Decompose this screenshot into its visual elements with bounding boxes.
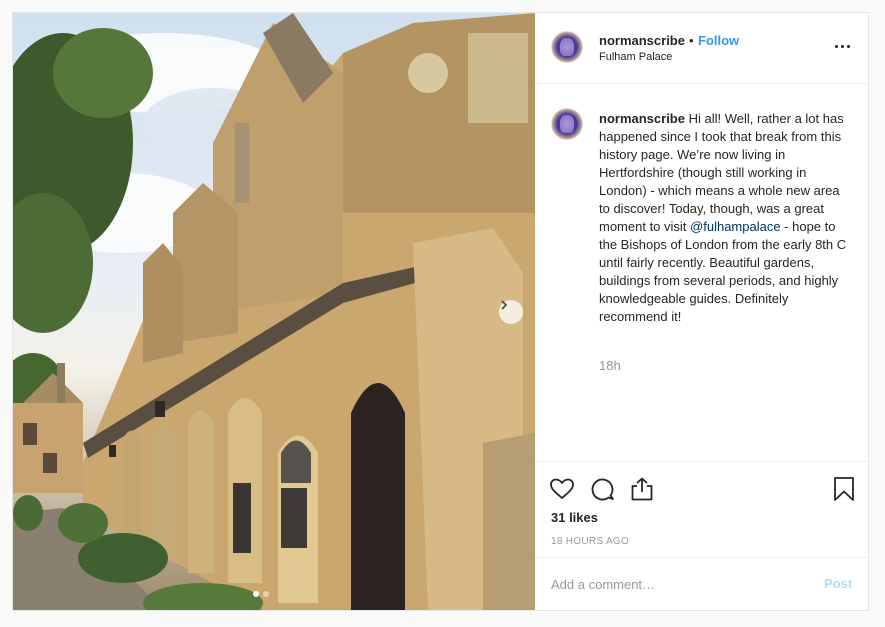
avatar[interactable] [551,31,583,63]
chevron-right-icon [501,300,508,310]
caption-body-1: Hi all! Well, rather a lot has happened … [599,111,844,234]
heart-icon[interactable] [549,476,575,502]
caption-body-2: - hope to the Bishops of London from the… [599,219,847,324]
post-photo[interactable] [13,13,535,610]
separator-bullet: • [689,33,694,48]
instagram-post: normanscribe • Follow Fulham Palace norm… [12,12,869,611]
post-header: normanscribe • Follow Fulham Palace [535,13,868,84]
caption-section: normanscribe Hi all! Well, rather a lot … [535,84,868,461]
photo-illustration [13,13,535,610]
follow-button[interactable]: Follow [698,33,739,48]
caption-text: normanscribe Hi all! Well, rather a lot … [599,110,849,326]
post-timestamp[interactable]: 18 HOURS AGO [551,536,629,547]
carousel-dot-active [253,591,259,597]
more-options-icon[interactable] [835,39,855,53]
bookmark-icon[interactable] [831,476,857,502]
comment-input[interactable] [551,574,801,594]
likes-count[interactable]: 31 likes [551,510,598,525]
post-comment-button[interactable]: Post [824,576,852,591]
header-username[interactable]: normanscribe [599,33,685,48]
location-link[interactable]: Fulham Palace [599,51,672,63]
caption-avatar[interactable] [551,108,583,140]
caption-username[interactable]: normanscribe [599,111,685,126]
comment-bubble-icon[interactable] [589,476,615,502]
actions-bar: 31 likes 18 HOURS AGO [535,461,868,557]
carousel-next-button[interactable] [499,300,523,324]
share-icon[interactable] [629,476,655,502]
caption-time[interactable]: 18h [599,358,621,373]
post-side-panel: normanscribe • Follow Fulham Palace norm… [535,13,868,610]
carousel-dot [263,591,269,597]
mention-link[interactable]: @fulhampalace [690,219,781,234]
comment-composer: Post [535,557,868,610]
carousel-indicator [253,591,269,597]
